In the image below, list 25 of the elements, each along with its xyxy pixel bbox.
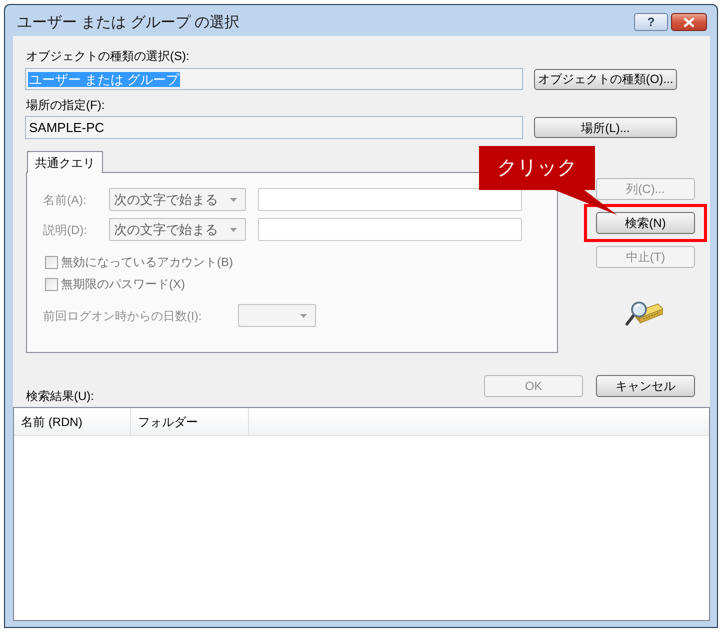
- column-header[interactable]: フォルダー: [131, 408, 249, 435]
- caret-down-icon: [300, 314, 307, 318]
- search-button[interactable]: 検索(N): [596, 212, 695, 234]
- results-list[interactable]: 名前 (RDN) フォルダー: [13, 407, 710, 621]
- callout-pointer: [552, 189, 617, 215]
- checkbox-label: 無期限のパスワード(X): [61, 278, 185, 290]
- days-label: 前回ログオン時からの日数(I):: [43, 310, 203, 322]
- filter-label: 説明(D):: [43, 224, 88, 236]
- help-button[interactable]: ?: [634, 13, 668, 31]
- close-button[interactable]: [671, 13, 707, 31]
- field-label: 場所の指定(F):: [25, 97, 105, 113]
- text-field[interactable]: SAMPLE-PC: [25, 116, 523, 139]
- filter-label: 名前(A):: [43, 194, 88, 206]
- cancel-button[interactable]: キャンセル: [596, 375, 695, 397]
- magnifier-box-icon: [625, 301, 663, 328]
- field-label: オブジェクトの種類の選択(S):: [25, 48, 190, 64]
- checkbox-label: 無効になっているアカウント(B): [61, 256, 233, 268]
- close-icon: [684, 18, 694, 26]
- object-types-button[interactable]: オブジェクトの種類(O)...: [534, 68, 677, 90]
- locations-button[interactable]: 場所(L)...: [534, 117, 677, 138]
- caret-down-icon: [230, 198, 237, 202]
- window-title: ユーザー または グループ の選択: [17, 14, 240, 32]
- caret-down-icon: [230, 228, 237, 232]
- results-label: 検索結果(U):: [25, 388, 94, 404]
- column-header[interactable]: 名前 (RDN): [14, 408, 131, 435]
